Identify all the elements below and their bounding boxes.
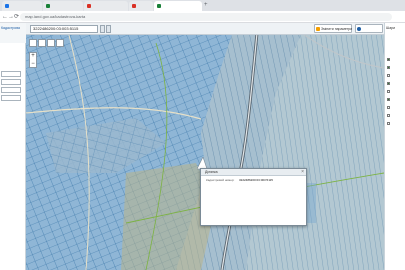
url-field[interactable]: map.land.gov.ua/kadastrova-karta xyxy=(20,13,392,21)
layer-item[interactable] xyxy=(387,105,405,110)
layer-checkbox[interactable] xyxy=(387,66,390,69)
info-tool-button[interactable] xyxy=(56,39,64,47)
layer-item[interactable] xyxy=(387,73,405,78)
layer-item[interactable] xyxy=(387,81,405,86)
layer-item[interactable] xyxy=(387,57,405,62)
zoom-in-button[interactable]: + xyxy=(30,53,36,60)
layer-item[interactable] xyxy=(387,121,405,126)
tab-favicon-icon xyxy=(5,4,9,8)
tab-favicon-icon xyxy=(132,4,136,8)
tab-favicon-icon xyxy=(87,4,91,8)
layer-item[interactable] xyxy=(387,65,405,70)
left-panel-side-label: Кадастрова xyxy=(1,26,20,30)
layer-checkbox[interactable] xyxy=(387,106,390,109)
browser-tab[interactable] xyxy=(2,1,42,11)
popup-title: Ділянка xyxy=(205,170,218,174)
tab-favicon-icon xyxy=(157,4,161,8)
clear-button[interactable] xyxy=(106,25,111,33)
info-icon xyxy=(357,27,361,31)
popup-title-bar: Ділянка × xyxy=(201,169,306,176)
layer-checkbox[interactable] xyxy=(387,114,390,117)
parcel-info-popup: Ділянка × Кадастровий номер: 3222486200:… xyxy=(200,168,307,226)
reload-button[interactable]: ⟳ xyxy=(14,13,19,21)
browser-tab[interactable] xyxy=(84,1,128,11)
layers-title: Шари xyxy=(386,26,396,30)
layer-checkbox[interactable] xyxy=(387,90,390,93)
left-dropdown[interactable] xyxy=(1,71,21,77)
map-canvas[interactable] xyxy=(26,23,384,270)
tab-favicon-icon xyxy=(46,4,50,8)
new-tab-button[interactable]: + xyxy=(204,1,208,10)
zoom-control: + − xyxy=(29,52,37,68)
left-dropdown[interactable] xyxy=(1,79,21,85)
zoom-out-button[interactable]: − xyxy=(30,61,36,68)
layer-item[interactable] xyxy=(387,89,405,94)
cadastral-number-input[interactable]: 3222486200:03:003:5115 xyxy=(30,25,98,33)
browser-tab[interactable] xyxy=(43,1,83,11)
browser-tab-active[interactable] xyxy=(154,1,202,11)
pan-tool-button[interactable] xyxy=(29,39,37,47)
reset-parameters-label: Змінити параметри xyxy=(321,27,353,31)
measure-tool-button[interactable] xyxy=(38,39,46,47)
close-icon[interactable]: × xyxy=(301,169,304,176)
browser-tab[interactable] xyxy=(129,1,153,11)
left-panel: Кадастрова xyxy=(0,23,26,270)
toolbar-button[interactable] xyxy=(355,24,383,33)
search-button[interactable] xyxy=(100,25,105,33)
left-dropdown[interactable] xyxy=(1,95,21,101)
map-toolbar: 3222486200:03:003:5115 Змінити параметри xyxy=(26,23,384,35)
browser-tab-strip: + xyxy=(0,0,405,11)
field-label: Кадастровий номер: xyxy=(206,178,235,182)
layer-item[interactable] xyxy=(387,97,405,102)
left-dropdown[interactable] xyxy=(1,87,21,93)
layer-checkbox[interactable] xyxy=(387,98,390,101)
draw-tool-button[interactable] xyxy=(47,39,55,47)
app-window: + ← → ⟳ map.land.gov.ua/kadastrova-karta… xyxy=(0,0,405,270)
browser-address-bar: ← → ⟳ map.land.gov.ua/kadastrova-karta xyxy=(0,11,405,23)
settings-icon xyxy=(316,27,320,31)
reset-parameters-button[interactable]: Змінити параметри xyxy=(314,24,352,33)
layer-checkbox[interactable] xyxy=(387,82,390,85)
layer-checkbox[interactable] xyxy=(387,58,390,61)
layer-checkbox[interactable] xyxy=(387,74,390,77)
field-value: 3222486200:03:003:5115 xyxy=(239,178,273,182)
layer-checkbox[interactable] xyxy=(387,122,390,125)
url-text: map.land.gov.ua/kadastrova-karta xyxy=(25,14,86,19)
layers-panel: Шари xyxy=(384,23,405,270)
layer-item[interactable] xyxy=(387,113,405,118)
cadastral-number-value: 3222486200:03:003:5115 xyxy=(33,26,79,31)
cadastral-map[interactable] xyxy=(26,23,384,270)
